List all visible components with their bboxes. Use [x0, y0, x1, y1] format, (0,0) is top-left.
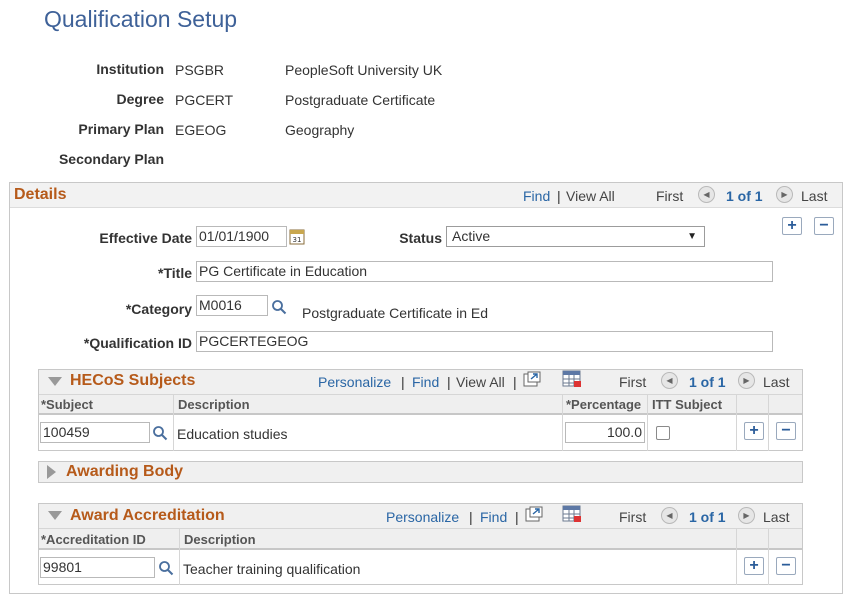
- plus-icon: +: [749, 557, 759, 574]
- separator: |: [469, 509, 473, 525]
- accreditation-description: Teacher training qualification: [183, 561, 361, 577]
- search-icon[interactable]: [270, 298, 288, 316]
- primary-plan-label: Primary Plan: [78, 121, 164, 137]
- hecos-first-label: First: [619, 374, 647, 390]
- next-row-icon[interactable]: ▶: [776, 186, 793, 203]
- percentage-input[interactable]: 100.0: [565, 422, 645, 443]
- status-value: Active: [452, 228, 491, 244]
- itt-subject-checkbox[interactable]: [656, 426, 670, 440]
- collapse-icon[interactable]: [48, 377, 62, 386]
- minus-icon: −: [819, 217, 829, 234]
- accreditation-first-label: First: [619, 509, 647, 525]
- col-percentage: *Percentage: [566, 397, 642, 412]
- search-icon[interactable]: [157, 559, 175, 577]
- accreditation-id-input[interactable]: 99801: [40, 557, 155, 578]
- prev-glyph: ◀: [666, 511, 673, 520]
- details-title: Details: [14, 186, 67, 203]
- hecos-title[interactable]: HECoS Subjects: [70, 372, 195, 390]
- secondary-plan-label: Secondary Plan: [58, 151, 164, 167]
- hecos-row-count: 1 of 1: [689, 374, 726, 390]
- col-description: Description: [178, 397, 250, 412]
- add-row-button[interactable]: +: [744, 557, 764, 575]
- prev-row-icon[interactable]: ◀: [661, 372, 678, 389]
- accreditation-find-link[interactable]: Find: [480, 509, 507, 525]
- institution-desc: PeopleSoft University UK: [285, 62, 443, 78]
- separator: |: [557, 188, 561, 204]
- next-glyph: ▶: [743, 376, 750, 385]
- accreditation-last-label: Last: [763, 509, 790, 525]
- prev-row-icon[interactable]: ◀: [661, 507, 678, 524]
- accreditation-row-count: 1 of 1: [689, 509, 726, 525]
- hecos-find-link[interactable]: Find: [412, 374, 439, 390]
- separator: |: [401, 374, 405, 390]
- details-last-label: Last: [801, 188, 828, 204]
- next-row-icon[interactable]: ▶: [738, 372, 755, 389]
- details-row-count: 1 of 1: [726, 188, 763, 204]
- svg-text:31: 31: [293, 236, 302, 244]
- next-row-icon[interactable]: ▶: [738, 507, 755, 524]
- degree-label: Degree: [116, 91, 164, 107]
- status-label: Status: [399, 230, 442, 246]
- accreditation-title[interactable]: Award Accreditation: [70, 507, 225, 525]
- awarding-body-title[interactable]: Awarding Body: [66, 463, 183, 481]
- col-accreditation-id: *Accreditation ID: [41, 532, 146, 547]
- effective-date-label: Effective Date: [99, 230, 192, 246]
- separator: |: [513, 374, 517, 390]
- details-header: [10, 183, 842, 208]
- add-row-button[interactable]: +: [782, 217, 802, 235]
- hecos-view-all-link[interactable]: View All: [456, 374, 505, 390]
- grid-download-icon[interactable]: [562, 370, 582, 388]
- next-glyph: ▶: [743, 511, 750, 520]
- category-input[interactable]: M0016: [196, 295, 268, 316]
- subject-input[interactable]: 100459: [40, 422, 150, 443]
- next-glyph: ▶: [781, 190, 788, 199]
- subject-description: Education studies: [177, 426, 288, 442]
- collapse-icon[interactable]: [48, 511, 62, 520]
- minus-icon: −: [781, 557, 791, 574]
- col-subject: *Subject: [41, 397, 94, 412]
- institution-code: PSGBR: [175, 62, 225, 78]
- details-find-link[interactable]: Find: [523, 188, 550, 204]
- chevron-down-icon: ▼: [687, 231, 697, 242]
- col-itt-subject: ITT Subject: [652, 397, 723, 412]
- qualification-id-input[interactable]: PGCERTEGEOG: [196, 331, 773, 352]
- delete-row-button[interactable]: −: [776, 422, 796, 440]
- grid-download-icon[interactable]: [562, 505, 582, 523]
- separator: |: [515, 509, 519, 525]
- page-title: Qualification Setup: [44, 6, 238, 32]
- prev-glyph: ◀: [666, 376, 673, 385]
- expand-icon[interactable]: [47, 465, 56, 479]
- prev-row-icon[interactable]: ◀: [698, 186, 715, 203]
- add-row-button[interactable]: +: [744, 422, 764, 440]
- search-icon[interactable]: [151, 424, 169, 442]
- delete-row-button[interactable]: −: [776, 557, 796, 575]
- prev-glyph: ◀: [703, 190, 710, 199]
- primary-plan-code: EGEOG: [175, 122, 227, 138]
- minus-icon: −: [781, 422, 791, 439]
- details-view-all-link[interactable]: View All: [566, 188, 615, 204]
- status-select[interactable]: Active ▼: [446, 226, 705, 247]
- calendar-icon[interactable]: 31: [289, 228, 305, 245]
- title-label: *Title: [158, 265, 192, 281]
- primary-plan-desc: Geography: [285, 122, 355, 138]
- new-window-icon[interactable]: [523, 371, 541, 388]
- effective-date-input[interactable]: 01/01/1900: [196, 226, 287, 247]
- category-label: *Category: [125, 301, 192, 317]
- col-description: Description: [184, 532, 256, 547]
- accreditation-personalize-link[interactable]: Personalize: [386, 509, 459, 525]
- hecos-last-label: Last: [763, 374, 790, 390]
- institution-label: Institution: [96, 61, 164, 77]
- details-first-label: First: [656, 188, 684, 204]
- category-desc: Postgraduate Certificate in Ed: [302, 305, 488, 321]
- title-input[interactable]: PG Certificate in Education: [196, 261, 773, 282]
- hecos-personalize-link[interactable]: Personalize: [318, 374, 391, 390]
- plus-icon: +: [787, 217, 797, 234]
- new-window-icon[interactable]: [525, 506, 543, 523]
- delete-row-button[interactable]: −: [814, 217, 834, 235]
- degree-desc: Postgraduate Certificate: [285, 92, 436, 108]
- plus-icon: +: [749, 422, 759, 439]
- qualification-id-label: *Qualification ID: [83, 335, 192, 351]
- degree-code: PGCERT: [175, 92, 234, 108]
- separator: |: [447, 374, 451, 390]
